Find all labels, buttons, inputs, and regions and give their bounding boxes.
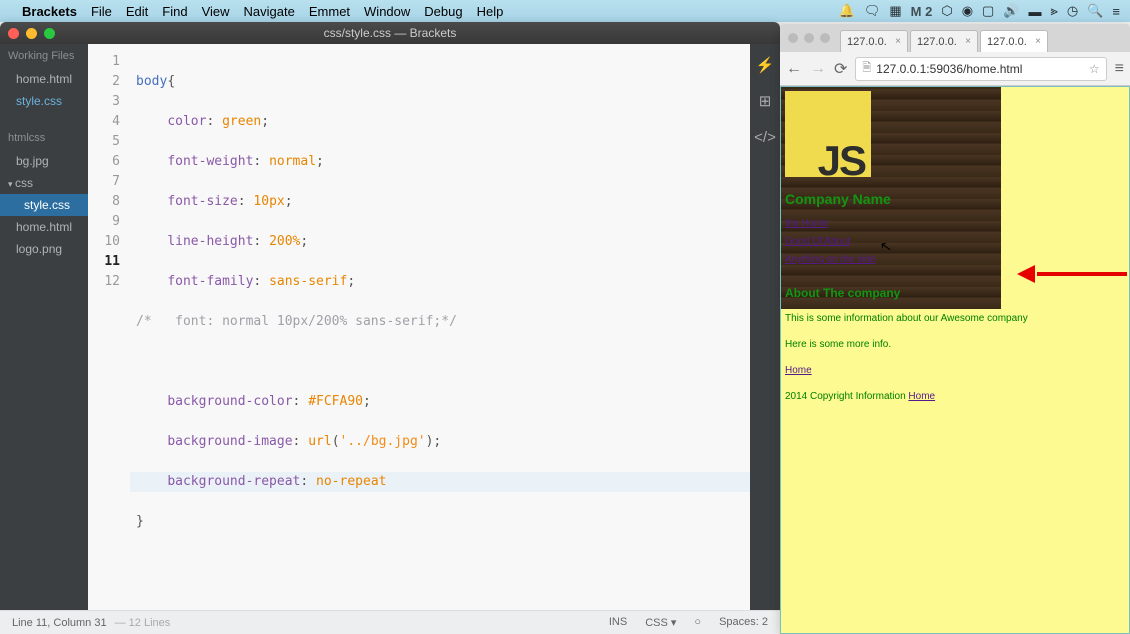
- tab-3[interactable]: 127.0.0.×: [980, 30, 1048, 52]
- chrome-window: 127.0.0.× 127.0.0.× 127.0.0.× ← → ⟳ 🗎 12…: [780, 24, 1130, 634]
- callout-arrow: [1017, 265, 1127, 283]
- status-ins[interactable]: INS: [609, 616, 627, 629]
- statusbar: Line 11, Column 31 — 12 Lines INS CSS ▾ …: [0, 610, 780, 634]
- menu-edit[interactable]: Edit: [126, 4, 148, 19]
- reload-button[interactable]: ⟳: [834, 59, 847, 79]
- forward-button[interactable]: →: [810, 60, 826, 78]
- omnibox[interactable]: 🗎 127.0.0.1:59036/home.html ☆: [855, 57, 1106, 81]
- menu-view[interactable]: View: [202, 4, 230, 19]
- menu-emmet[interactable]: Emmet: [309, 4, 350, 19]
- sync-icon[interactable]: ◉: [962, 3, 973, 19]
- tree-home[interactable]: home.html: [0, 216, 88, 238]
- working-file-style[interactable]: style.css: [0, 90, 88, 112]
- chrome-tabstrip: 127.0.0.× 127.0.0.× 127.0.0.×: [780, 24, 1130, 52]
- tab-2[interactable]: 127.0.0.×: [910, 30, 978, 52]
- menu-navigate[interactable]: Navigate: [244, 4, 295, 19]
- battery-icon[interactable]: ▬: [1029, 4, 1042, 19]
- chrome-min[interactable]: [804, 33, 814, 43]
- right-toolbar: ⚡ ⊞ </>: [750, 44, 780, 610]
- link-home[interactable]: the Home: [785, 215, 1127, 233]
- nav-links: the Home Good Ol'About Anything on the s…: [785, 215, 1127, 269]
- tree-stylecss[interactable]: style.css: [0, 194, 88, 216]
- menu-find[interactable]: Find: [162, 4, 187, 19]
- chrome-menu-icon[interactable]: ≡: [1115, 60, 1124, 78]
- brackets-window: css/style.css — Brackets Working Files h…: [0, 22, 780, 634]
- about-heading: About The company: [785, 283, 1127, 303]
- tree-bg[interactable]: bg.jpg: [0, 150, 88, 172]
- close-tab-icon[interactable]: ×: [895, 36, 901, 47]
- gutter: 123456789101112: [88, 44, 130, 610]
- sidebar: Working Files home.html style.css htmlcs…: [0, 44, 88, 610]
- volume-icon[interactable]: 🔊: [1003, 3, 1019, 19]
- menu-window[interactable]: Window: [364, 4, 410, 19]
- editor[interactable]: 123456789101112 body{ color: green; font…: [88, 44, 750, 610]
- bookmark-icon[interactable]: ☆: [1089, 62, 1100, 76]
- about-p1: This is some information about our Aweso…: [785, 309, 1125, 329]
- window-title: css/style.css — Brackets: [0, 26, 780, 40]
- db-icon[interactable]: ▦: [889, 3, 901, 19]
- chat-icon[interactable]: 🗨: [864, 3, 881, 19]
- line-count: — 12 Lines: [115, 617, 171, 629]
- menu-file[interactable]: File: [91, 4, 112, 19]
- status-lang[interactable]: CSS ▾: [645, 616, 676, 629]
- home-link[interactable]: Home: [785, 365, 812, 376]
- link-about[interactable]: Good Ol'About: [785, 233, 1127, 251]
- live-preview-icon[interactable]: ⚡: [756, 56, 774, 74]
- home-link-2[interactable]: Home: [908, 391, 935, 402]
- mac-menubar: Brackets File Edit Find View Navigate Em…: [0, 0, 1130, 22]
- close-tab-icon[interactable]: ×: [965, 36, 971, 47]
- company-name: Company Name: [785, 189, 1127, 209]
- chrome-close[interactable]: [788, 33, 798, 43]
- adobe-icon[interactable]: M 2: [911, 4, 933, 19]
- dropbox-icon[interactable]: ⬡: [941, 3, 952, 19]
- tree-logo[interactable]: logo.png: [0, 238, 88, 260]
- tray: 🔔 🗨 ▦ M 2 ⬡ ◉ ▢ 🔊 ▬ ⪢ ◷ 🔍 ≡: [839, 3, 1120, 19]
- tree-css-folder[interactable]: css: [0, 172, 88, 194]
- code-area[interactable]: body{ color: green; font-weight: normal;…: [130, 44, 750, 610]
- chrome-toolbar: ← → ⟳ 🗎 127.0.0.1:59036/home.html ☆ ≡: [780, 52, 1130, 86]
- chrome-zoom[interactable]: [820, 33, 830, 43]
- code-icon[interactable]: </>: [756, 128, 774, 146]
- working-files-header[interactable]: Working Files: [0, 44, 88, 68]
- status-circle[interactable]: ○: [694, 616, 701, 629]
- menu-debug[interactable]: Debug: [424, 4, 462, 19]
- clock-icon[interactable]: ◷: [1067, 3, 1078, 19]
- preview-page: JS Company Name the Home Good Ol'About A…: [780, 86, 1130, 634]
- project-header[interactable]: htmlcss: [0, 126, 88, 150]
- extensions-icon[interactable]: ⊞: [756, 92, 774, 110]
- copyright: 2014 Copyright Information Home: [785, 387, 1125, 407]
- close-tab-icon[interactable]: ×: [1035, 36, 1041, 47]
- back-button[interactable]: ←: [786, 60, 802, 78]
- page-icon: 🗎: [862, 59, 871, 78]
- wifi-icon[interactable]: ⪢: [1051, 3, 1058, 19]
- app-name[interactable]: Brackets: [22, 4, 77, 19]
- working-file-home[interactable]: home.html: [0, 68, 88, 90]
- cursor-position: Line 11, Column 31: [12, 617, 107, 629]
- about-p2: Here is some more info.: [785, 335, 1125, 355]
- brackets-titlebar[interactable]: css/style.css — Brackets: [0, 22, 780, 44]
- status-spaces[interactable]: Spaces: 2: [719, 616, 768, 629]
- notif-icon[interactable]: 🔔: [839, 3, 855, 19]
- spotlight-icon[interactable]: 🔍: [1087, 3, 1103, 19]
- url: 127.0.0.1:59036/home.html: [876, 62, 1022, 76]
- display-icon[interactable]: ▢: [982, 3, 994, 19]
- tab-1[interactable]: 127.0.0.×: [840, 30, 908, 52]
- menu-help[interactable]: Help: [477, 4, 504, 19]
- menu-icon[interactable]: ≡: [1112, 4, 1120, 19]
